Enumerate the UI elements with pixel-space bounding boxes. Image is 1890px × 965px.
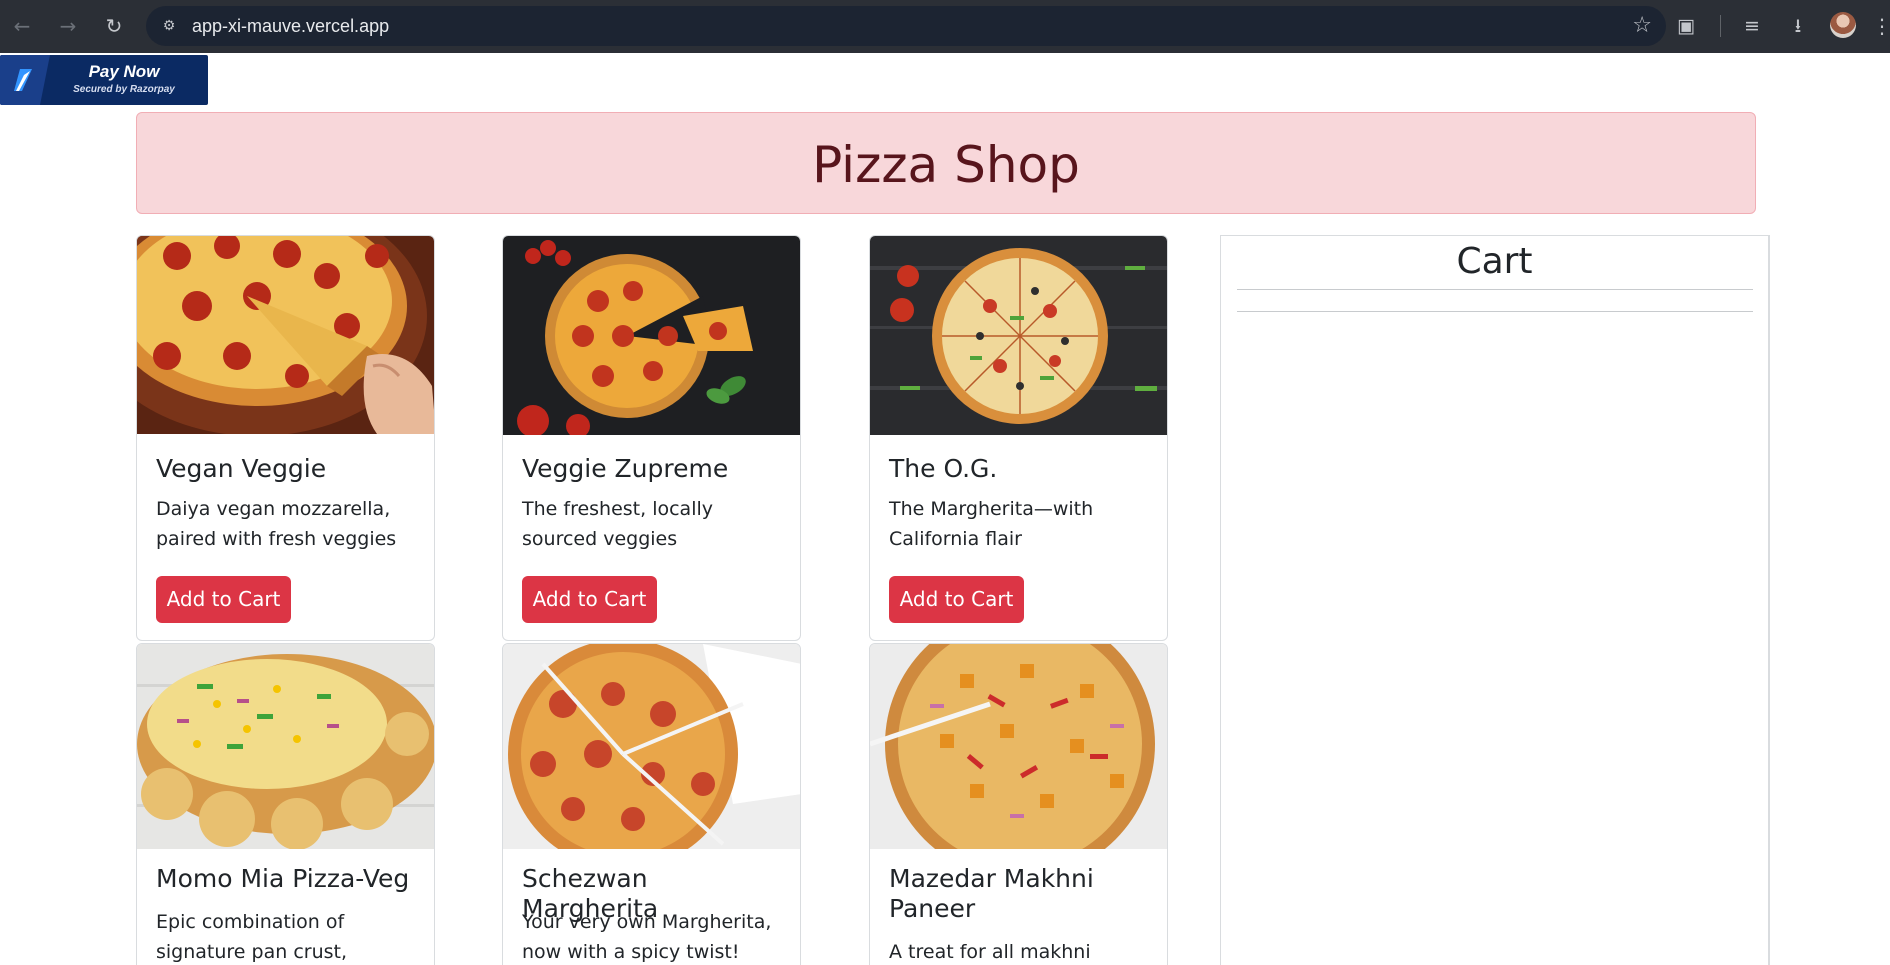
razorpay-logo-icon [0, 55, 50, 105]
product-card: Momo Mia Pizza-Veg Epic combination of s… [136, 643, 435, 965]
star-icon[interactable]: ☆ [1632, 13, 1652, 39]
product-description: Daiya vegan mozzarella, paired with fres… [156, 498, 397, 550]
site-info-icon[interactable]: ⚙ [158, 15, 180, 37]
product-description: A treat for all makhni lovers. [889, 941, 1091, 963]
pizza-image [870, 236, 1167, 435]
cart-panel: Cart [1220, 235, 1770, 965]
url-text[interactable]: app-xi-mauve.vercel.app [192, 16, 389, 36]
add-to-cart-button[interactable]: Add to Cart [889, 576, 1024, 623]
product-card: Schezwan Margherita Your very own Marghe… [502, 643, 801, 965]
shop-header: Pizza Shop [136, 112, 1756, 214]
product-title: Veggie Zupreme [522, 454, 729, 483]
pizza-image [870, 644, 1167, 849]
pizza-image [503, 644, 800, 849]
more-icon[interactable]: ⋮ [1872, 12, 1890, 40]
product-card: Veggie Zupreme The freshest, locally sou… [502, 235, 801, 641]
product-description: The freshest, locally sourced veggies [522, 498, 714, 550]
cart-items-list [1237, 316, 1753, 916]
product-card: Vegan Veggie Daiya vegan mozzarella, pai… [136, 235, 435, 641]
divider [1237, 289, 1753, 290]
forward-icon[interactable]: → [54, 12, 82, 40]
pizza-image [137, 236, 434, 434]
product-description: Your very own Margherita, now with a spi… [522, 911, 772, 963]
product-title: The O.G. [889, 454, 998, 483]
product-card: Mazedar Makhni Paneer A treat for all ma… [869, 643, 1168, 965]
add-to-cart-button[interactable]: Add to Cart [156, 576, 291, 623]
product-title: Momo Mia Pizza-Veg [156, 864, 410, 893]
media-icon[interactable]: ≡ [1738, 12, 1766, 40]
browser-toolbar: ← → ↻ ⚙ app-xi-mauve.vercel.app ☆ ▣ ≡ ⭳ … [0, 0, 1890, 53]
divider [1237, 311, 1753, 312]
pizza-image [503, 236, 800, 435]
cart-title: Cart [1456, 241, 1533, 282]
back-icon[interactable]: ← [8, 12, 36, 40]
avatar[interactable] [1830, 12, 1856, 38]
add-to-cart-button[interactable]: Add to Cart [522, 576, 657, 623]
product-title: Mazedar Makhni Paneer [889, 864, 1094, 923]
download-icon[interactable]: ⭳ [1784, 12, 1812, 40]
pizza-image [137, 644, 434, 849]
product-title: Vegan Veggie [156, 454, 327, 483]
product-description: The Margherita—with California flair [889, 498, 1094, 550]
product-card: The O.G. The Margherita—with California … [869, 235, 1168, 641]
pay-now-button[interactable]: Pay Now Secured by Razorpay [0, 55, 208, 105]
pay-now-label: Pay Now [88, 62, 160, 81]
product-description: Epic combination of signature pan crust,… [156, 911, 348, 963]
extensions-icon[interactable]: ▣ [1672, 12, 1700, 40]
toolbar-divider [1720, 15, 1721, 37]
page-title: Pizza Shop [812, 136, 1080, 194]
pay-now-subtitle: Secured by Razorpay [73, 84, 175, 95]
reload-icon[interactable]: ↻ [100, 12, 128, 40]
address-bar[interactable]: ⚙ app-xi-mauve.vercel.app ☆ [146, 6, 1666, 46]
